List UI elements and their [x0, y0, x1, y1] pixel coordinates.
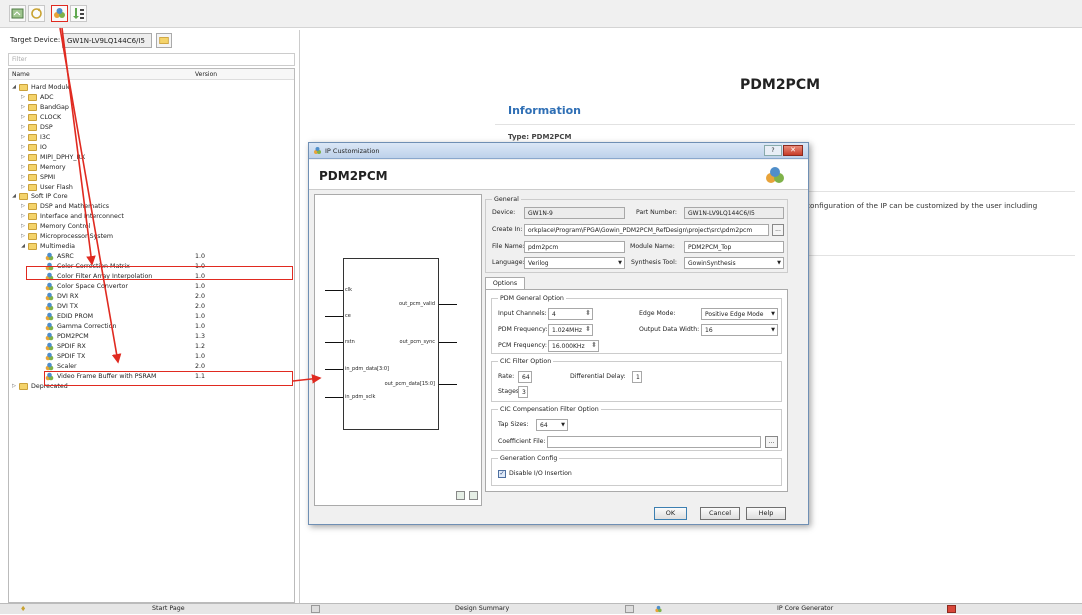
editor-tab-bar: ♦ Start Page Design Summary IP Core Gene…	[0, 603, 1082, 614]
close-icon[interactable]	[947, 605, 956, 613]
close-icon[interactable]	[625, 605, 634, 613]
ip-core-tab-icon	[654, 605, 663, 613]
tab-ip-core-generator[interactable]: IP Core Generator	[777, 605, 833, 612]
start-page-icon: ♦	[20, 605, 27, 613]
annotation-arrows	[59, 27, 322, 384]
tab-start-page[interactable]: Start Page	[152, 605, 185, 612]
tab-design-summary[interactable]: Design Summary	[455, 605, 509, 612]
close-icon[interactable]	[311, 605, 320, 613]
